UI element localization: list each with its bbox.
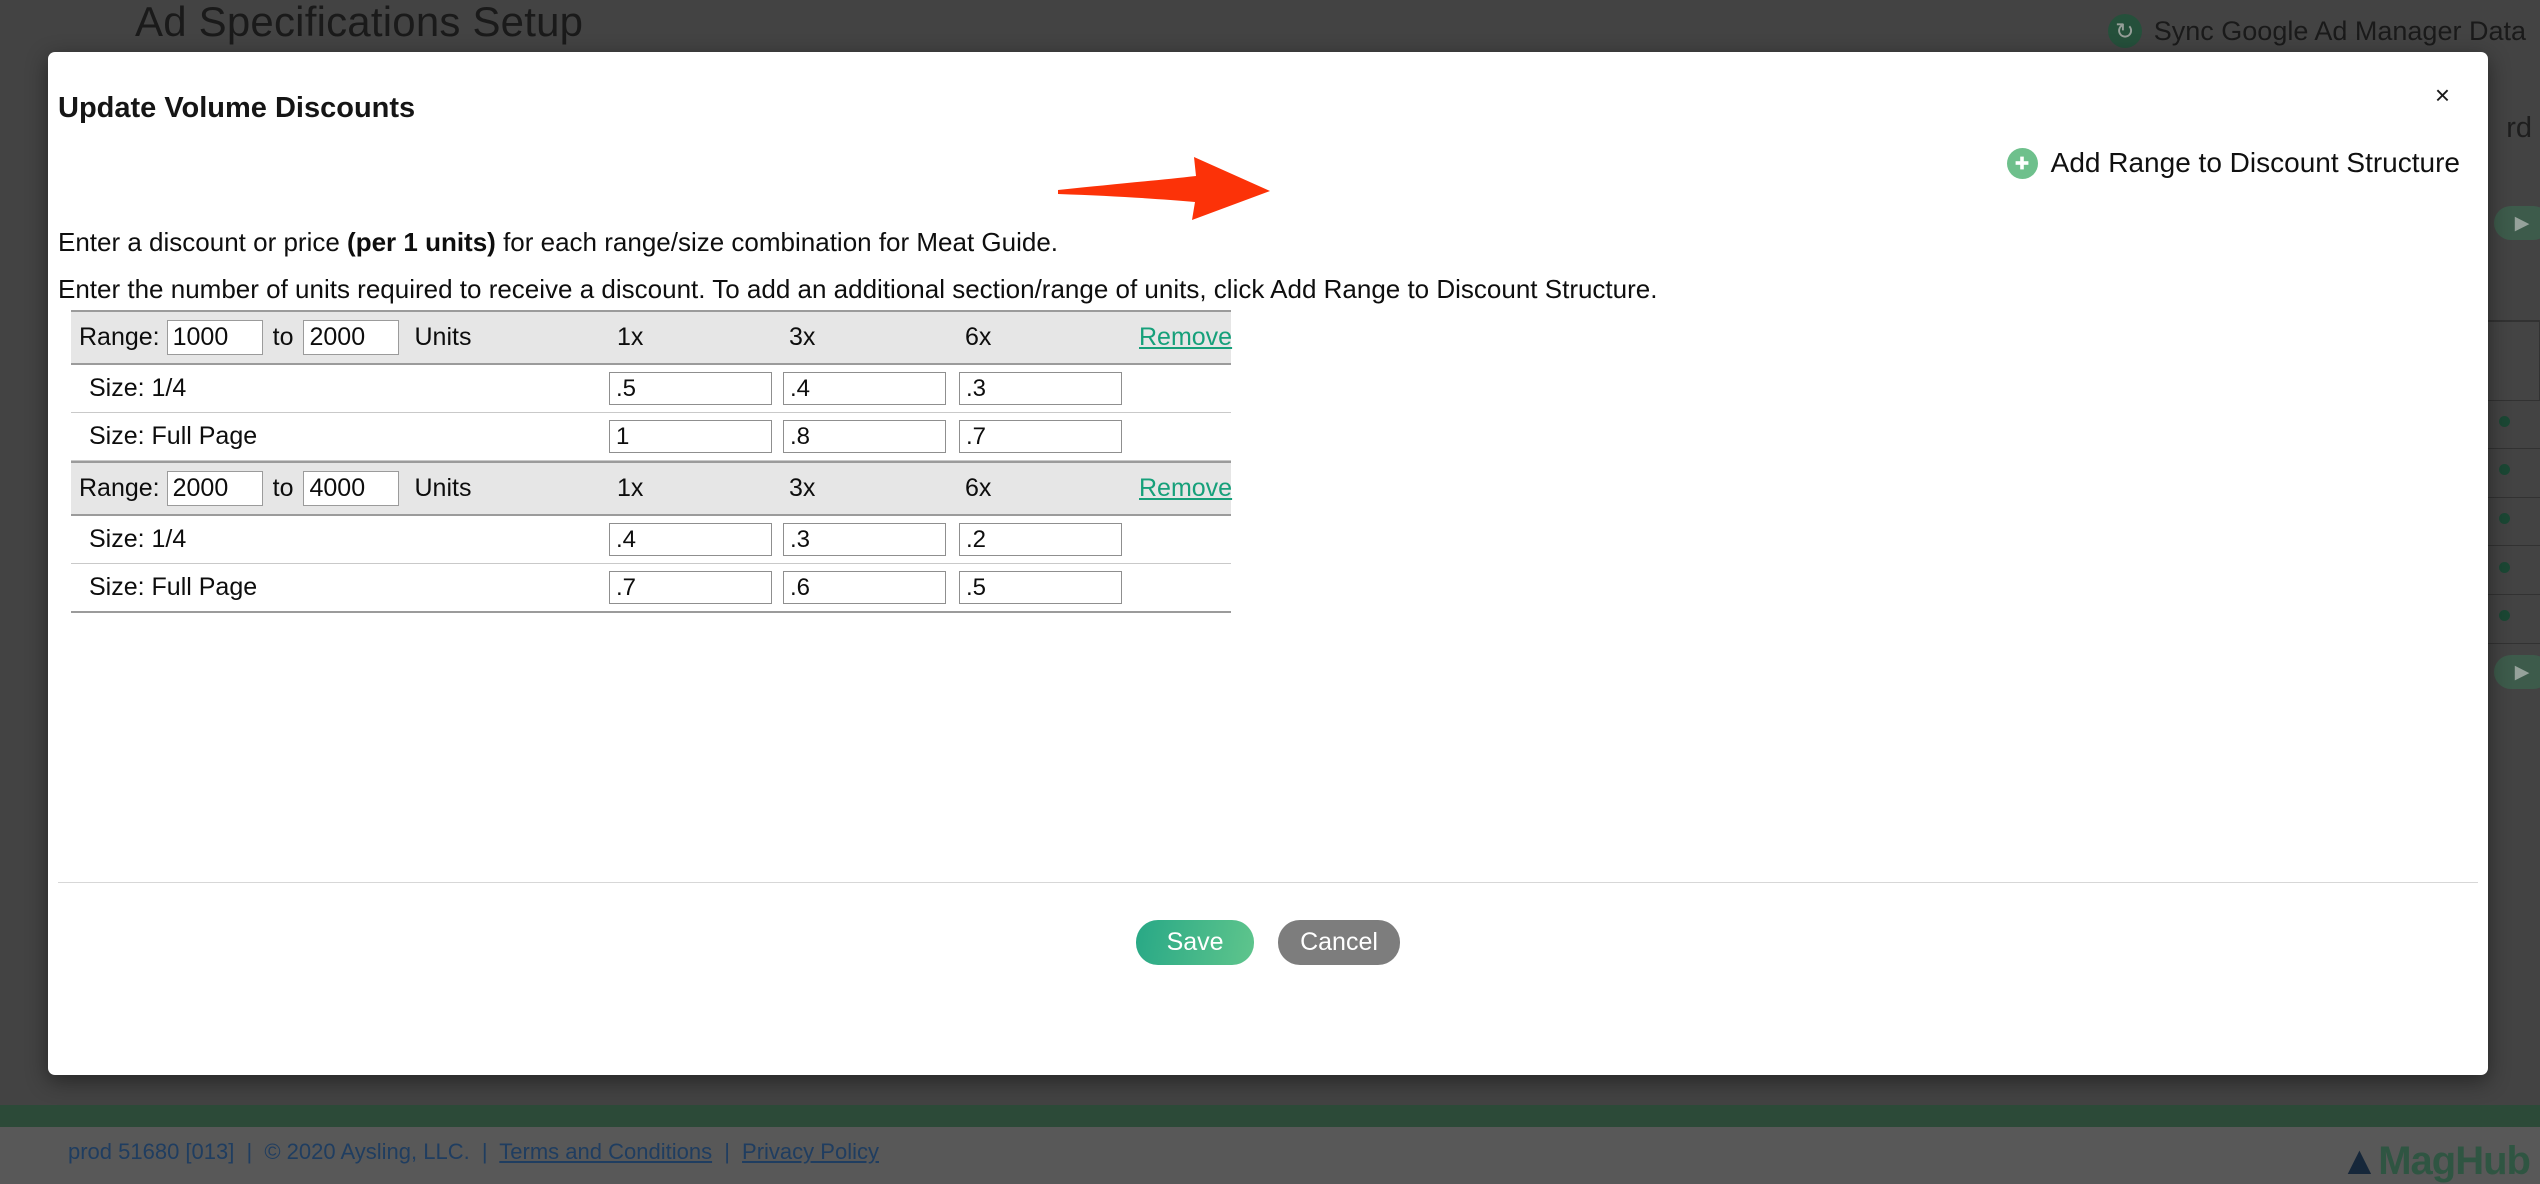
plus-circle-icon [2006, 147, 2038, 179]
add-range-to-discount-structure-button[interactable]: Add Range to Discount Structure [2006, 147, 2460, 179]
units-label: Units [414, 474, 472, 502]
footer-separator: | [724, 1139, 730, 1164]
discount-structure-table: Range: to Units 1x 3x 6x Remove Size: 1/… [71, 310, 1232, 613]
multiplier-header-6x: 6x [965, 474, 992, 502]
multiplier-header-1x: 1x [617, 474, 644, 502]
instruction-line-1: Enter a discount or price (per 1 units) … [58, 227, 1058, 258]
size-row: Size: 1/4 [71, 516, 1231, 564]
privacy-policy-link[interactable]: Privacy Policy [742, 1139, 879, 1164]
page-footer: prod 51680 [013] | © 2020 Aysling, LLC. … [0, 1127, 2540, 1183]
instruction-1-part-1: Enter a discount or price [58, 227, 348, 257]
discount-input-1x[interactable] [609, 420, 772, 453]
range-from-input[interactable] [166, 320, 263, 355]
multiplier-header-3x: 3x [789, 323, 816, 351]
footer-text: prod 51680 [013] | © 2020 Aysling, LLC. … [68, 1139, 879, 1165]
remove-range-link[interactable]: Remove [1139, 323, 1232, 352]
footer-separator: | [246, 1139, 253, 1164]
discount-input-3x[interactable] [783, 523, 946, 556]
size-row: Size: 1/4 [71, 365, 1231, 413]
cancel-button[interactable]: Cancel [1278, 920, 1400, 965]
size-label: Size: 1/4 [89, 525, 187, 553]
discount-input-3x[interactable] [783, 372, 946, 405]
modal-actions: Save Cancel [58, 920, 2478, 965]
footer-accent-bar [0, 1105, 2540, 1127]
size-row: Size: Full Page [71, 564, 1231, 613]
size-label: Size: Full Page [89, 422, 258, 450]
multiplier-header-1x: 1x [617, 323, 644, 351]
size-row: Size: Full Page [71, 413, 1231, 461]
range-to-label: to [272, 474, 294, 502]
multiplier-header-3x: 3x [789, 474, 816, 502]
discount-input-1x[interactable] [609, 372, 772, 405]
range-from-input[interactable] [166, 471, 263, 506]
range-to-input[interactable] [303, 320, 400, 355]
add-range-label: Add Range to Discount Structure [2050, 147, 2460, 178]
update-volume-discounts-modal: Update Volume Discounts × Add Range to D… [48, 52, 2488, 1075]
save-button[interactable]: Save [1136, 920, 1255, 965]
modal-divider [58, 882, 2478, 883]
instruction-line-2: Enter the number of units required to re… [58, 274, 1658, 304]
size-label: Size: Full Page [89, 573, 258, 601]
maghub-logo-mark: ▲ [2339, 1139, 2380, 1183]
footer-copyright: © 2020 Aysling, LLC. [264, 1139, 470, 1164]
multiplier-header-6x: 6x [965, 323, 992, 351]
discount-input-6x[interactable] [959, 372, 1122, 405]
remove-range-link[interactable]: Remove [1139, 474, 1232, 503]
units-label: Units [414, 323, 472, 351]
maghub-logo-text: MagHub [2378, 1139, 2531, 1183]
instruction-1-part-2: for each range/size combination for Meat… [495, 227, 1059, 257]
discount-input-1x[interactable] [609, 523, 772, 556]
range-label: Range: [79, 474, 160, 502]
range-to-label: to [272, 323, 294, 351]
range-header-row: Range: to Units 1x 3x 6x Remove [71, 310, 1232, 365]
range-header-row: Range: to Units 1x 3x 6x Remove [71, 461, 1232, 516]
instruction-1-bold: (per 1 units) [347, 227, 496, 257]
footer-separator: | [481, 1139, 488, 1164]
modal-body: Add Range to Discount Structure Enter a … [58, 52, 2478, 1075]
range-label: Range: [79, 323, 160, 351]
range-to-input[interactable] [303, 471, 400, 506]
discount-input-3x[interactable] [783, 420, 946, 453]
discount-input-6x[interactable] [959, 420, 1122, 453]
size-label: Size: 1/4 [89, 374, 187, 402]
discount-input-1x[interactable] [609, 571, 772, 604]
footer-build: prod 51680 [013] [68, 1139, 235, 1164]
discount-input-3x[interactable] [783, 571, 946, 604]
discount-input-6x[interactable] [959, 523, 1122, 556]
maghub-logo: ▲MagHub [2339, 1139, 2531, 1184]
terms-and-conditions-link[interactable]: Terms and Conditions [499, 1139, 712, 1164]
discount-input-6x[interactable] [959, 571, 1122, 604]
red-arrow-annotation [1058, 157, 1270, 220]
